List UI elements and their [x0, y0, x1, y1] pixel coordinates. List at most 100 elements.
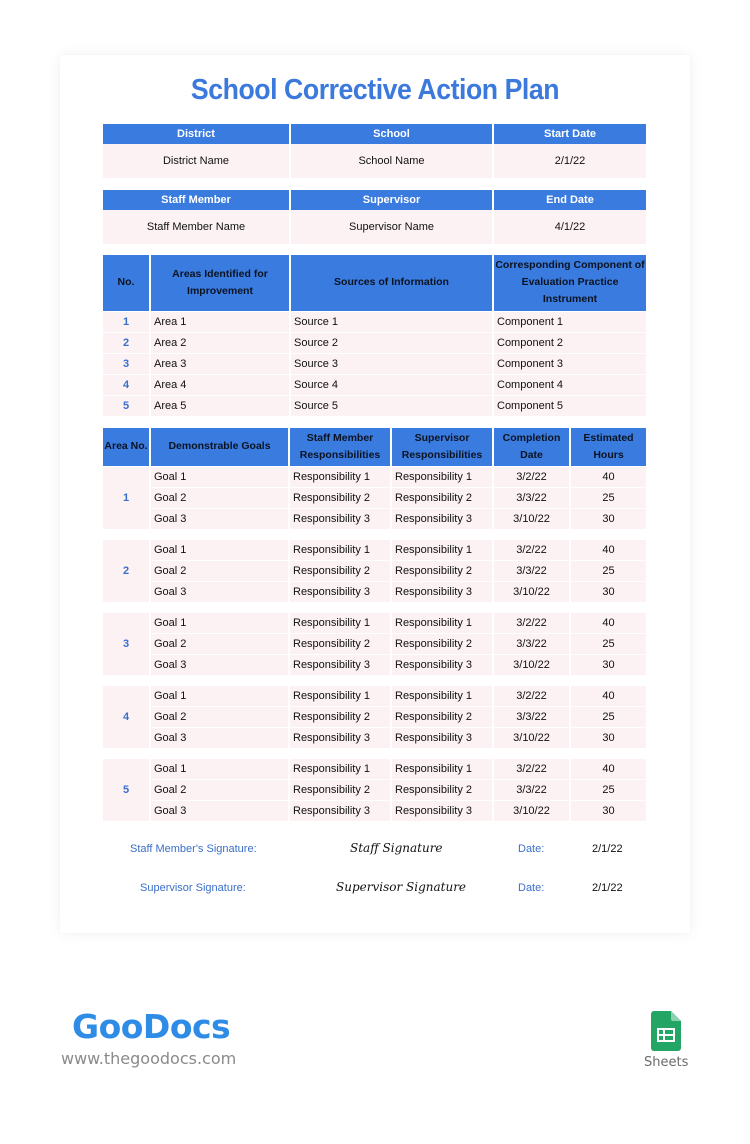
estimated-hours[interactable]: 25: [570, 632, 646, 654]
supervisor-responsibility[interactable]: Responsibility 1: [391, 684, 494, 706]
goal-name[interactable]: Goal 1: [150, 465, 290, 487]
area-name[interactable]: Area 2: [150, 331, 291, 353]
estimated-hours[interactable]: 40: [570, 538, 646, 560]
staff-responsibility[interactable]: Responsibility 1: [289, 538, 392, 560]
staff-responsibility[interactable]: Responsibility 3: [289, 580, 392, 602]
goal-name[interactable]: Goal 3: [150, 799, 290, 821]
goal-name[interactable]: Goal 3: [150, 726, 290, 748]
source-name[interactable]: Source 3: [290, 352, 494, 374]
goal-name[interactable]: Goal 3: [150, 507, 290, 529]
staff-responsibility[interactable]: Responsibility 1: [289, 757, 392, 779]
goal-name[interactable]: Goal 1: [150, 757, 290, 779]
source-name[interactable]: Source 2: [290, 331, 494, 353]
supervisor-responsibility[interactable]: Responsibility 1: [391, 465, 494, 487]
completion-date[interactable]: 3/10/22: [493, 507, 571, 529]
component-name[interactable]: Component 5: [493, 394, 646, 416]
completion-date[interactable]: 3/3/22: [493, 778, 571, 800]
area-name[interactable]: Area 4: [150, 373, 291, 395]
completion-date[interactable]: 3/2/22: [493, 757, 571, 779]
staff-responsibility[interactable]: Responsibility 1: [289, 465, 392, 487]
supervisor-responsibility[interactable]: Responsibility 2: [391, 778, 494, 800]
staff-responsibility[interactable]: Responsibility 2: [289, 559, 392, 581]
goal-name[interactable]: Goal 3: [150, 653, 290, 675]
goal-name[interactable]: Goal 3: [150, 580, 290, 602]
supervisor-responsibility[interactable]: Responsibility 2: [391, 632, 494, 654]
supervisor-responsibility[interactable]: Responsibility 1: [391, 611, 494, 633]
staff-responsibility[interactable]: Responsibility 1: [289, 611, 392, 633]
estimated-hours[interactable]: 30: [570, 799, 646, 821]
goal-name[interactable]: Goal 1: [150, 684, 290, 706]
staff-responsibility[interactable]: Responsibility 3: [289, 799, 392, 821]
staff-responsibility[interactable]: Responsibility 2: [289, 486, 392, 508]
estimated-hours[interactable]: 40: [570, 611, 646, 633]
source-name[interactable]: Source 5: [290, 394, 494, 416]
area-name[interactable]: Area 1: [150, 310, 291, 332]
supervisor-date-value[interactable]: 2/1/22: [592, 882, 623, 894]
estimated-hours[interactable]: 25: [570, 705, 646, 727]
source-name[interactable]: Source 4: [290, 373, 494, 395]
supervisor-responsibility[interactable]: Responsibility 3: [391, 799, 494, 821]
component-name[interactable]: Component 4: [493, 373, 646, 395]
estimated-hours[interactable]: 40: [570, 757, 646, 779]
district-value[interactable]: District Name: [103, 144, 291, 178]
staff-member-value[interactable]: Staff Member Name: [103, 210, 291, 244]
estimated-hours[interactable]: 40: [570, 465, 646, 487]
estimated-hours[interactable]: 25: [570, 778, 646, 800]
estimated-hours[interactable]: 30: [570, 507, 646, 529]
completion-date[interactable]: 3/3/22: [493, 559, 571, 581]
website-url[interactable]: www.thegoodocs.com: [61, 1049, 236, 1068]
goal-name[interactable]: Goal 2: [150, 778, 290, 800]
google-sheets-icon[interactable]: [651, 1011, 681, 1051]
supervisor-responsibility[interactable]: Responsibility 2: [391, 486, 494, 508]
goal-name[interactable]: Goal 1: [150, 538, 290, 560]
estimated-hours[interactable]: 30: [570, 726, 646, 748]
goal-name[interactable]: Goal 1: [150, 611, 290, 633]
completion-date[interactable]: 3/10/22: [493, 653, 571, 675]
area-name[interactable]: Area 5: [150, 394, 291, 416]
staff-responsibility[interactable]: Responsibility 2: [289, 778, 392, 800]
goal-name[interactable]: Goal 2: [150, 705, 290, 727]
supervisor-responsibility[interactable]: Responsibility 3: [391, 507, 494, 529]
area-name[interactable]: Area 3: [150, 352, 291, 374]
supervisor-responsibility[interactable]: Responsibility 3: [391, 653, 494, 675]
goal-name[interactable]: Goal 2: [150, 632, 290, 654]
goodocs-logo[interactable]: GooDocs: [72, 1007, 231, 1046]
supervisor-responsibility[interactable]: Responsibility 2: [391, 559, 494, 581]
component-name[interactable]: Component 3: [493, 352, 646, 374]
supervisor-responsibility[interactable]: Responsibility 1: [391, 757, 494, 779]
supervisor-responsibility[interactable]: Responsibility 3: [391, 580, 494, 602]
completion-date[interactable]: 3/2/22: [493, 465, 571, 487]
completion-date[interactable]: 3/3/22: [493, 632, 571, 654]
completion-date[interactable]: 3/10/22: [493, 726, 571, 748]
estimated-hours[interactable]: 30: [570, 580, 646, 602]
supervisor-responsibility[interactable]: Responsibility 1: [391, 538, 494, 560]
staff-responsibility[interactable]: Responsibility 3: [289, 726, 392, 748]
staff-responsibility[interactable]: Responsibility 2: [289, 705, 392, 727]
supervisor-responsibility[interactable]: Responsibility 3: [391, 726, 494, 748]
staff-date-value[interactable]: 2/1/22: [592, 843, 623, 855]
completion-date[interactable]: 3/10/22: [493, 580, 571, 602]
staff-responsibility[interactable]: Responsibility 1: [289, 684, 392, 706]
school-value[interactable]: School Name: [290, 144, 494, 178]
estimated-hours[interactable]: 30: [570, 653, 646, 675]
estimated-hours[interactable]: 25: [570, 486, 646, 508]
completion-date[interactable]: 3/2/22: [493, 611, 571, 633]
end-date-value[interactable]: 4/1/22: [493, 210, 646, 244]
component-name[interactable]: Component 2: [493, 331, 646, 353]
supervisor-signature[interactable]: Supervisor Signature: [336, 880, 466, 894]
start-date-value[interactable]: 2/1/22: [493, 144, 646, 178]
estimated-hours[interactable]: 25: [570, 559, 646, 581]
goal-name[interactable]: Goal 2: [150, 486, 290, 508]
completion-date[interactable]: 3/10/22: [493, 799, 571, 821]
supervisor-responsibility[interactable]: Responsibility 2: [391, 705, 494, 727]
goal-name[interactable]: Goal 2: [150, 559, 290, 581]
staff-responsibility[interactable]: Responsibility 2: [289, 632, 392, 654]
staff-responsibility[interactable]: Responsibility 3: [289, 653, 392, 675]
supervisor-value[interactable]: Supervisor Name: [290, 210, 494, 244]
estimated-hours[interactable]: 40: [570, 684, 646, 706]
staff-signature[interactable]: Staff Signature: [350, 841, 443, 855]
completion-date[interactable]: 3/3/22: [493, 705, 571, 727]
completion-date[interactable]: 3/2/22: [493, 538, 571, 560]
completion-date[interactable]: 3/2/22: [493, 684, 571, 706]
source-name[interactable]: Source 1: [290, 310, 494, 332]
